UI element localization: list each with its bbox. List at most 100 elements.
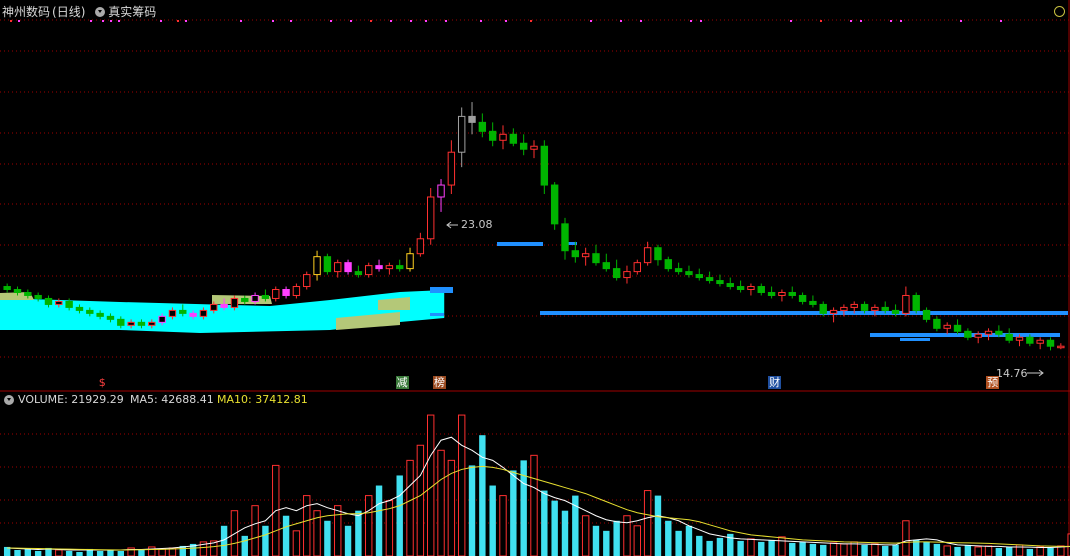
signal-dot (410, 20, 412, 22)
indicator-name[interactable]: 真实筹码 (108, 5, 156, 19)
volume-bar (406, 459, 414, 556)
volume-bar (954, 546, 961, 556)
price-grid (0, 19, 1069, 524)
candle (592, 244, 600, 266)
candle (674, 262, 683, 275)
volume-dropdown-icon[interactable] (4, 395, 14, 405)
indicator-dropdown-icon[interactable] (95, 7, 106, 17)
candle (902, 286, 910, 317)
candle-body (396, 265, 404, 270)
candle (612, 259, 621, 281)
volume-bar (303, 495, 311, 556)
volume-bar (747, 538, 755, 556)
candle-body (210, 303, 218, 311)
candle-body (974, 333, 982, 338)
candle (964, 328, 972, 341)
candle-body (44, 297, 53, 305)
volume-bar (665, 520, 672, 556)
volume-bar (1047, 547, 1054, 556)
period-label[interactable]: (日线) (52, 5, 85, 19)
candle-body (334, 262, 342, 273)
candle-body (1026, 336, 1034, 344)
volume-bar (964, 544, 972, 556)
signal-dot (18, 20, 20, 22)
volume-bar (581, 515, 590, 556)
signal-dot (425, 20, 427, 22)
signal-dot (160, 20, 162, 22)
event-marker[interactable]: 预 (986, 376, 1000, 389)
volume-bar (882, 545, 889, 556)
candle (716, 274, 724, 287)
candle (365, 262, 373, 278)
chip-bar (430, 287, 453, 293)
volume-bar (251, 505, 259, 556)
candle (685, 265, 693, 278)
volume-value: 21929.29 (71, 393, 124, 406)
candle-body (561, 223, 569, 252)
volume-bar (14, 549, 21, 556)
volume-bar (76, 551, 83, 556)
signal-dot (177, 20, 179, 22)
stock-chart (0, 0, 1070, 556)
candle-body (964, 330, 972, 338)
candle-body (674, 268, 683, 273)
candle (1005, 328, 1013, 344)
signal-dot (390, 20, 392, 22)
candle-body (922, 309, 931, 320)
candle-body (530, 145, 538, 150)
lock-icon[interactable] (1054, 6, 1065, 17)
candle (633, 259, 642, 275)
event-marker[interactable]: 榜 (432, 376, 446, 389)
candle-body (96, 312, 104, 317)
candle-body (137, 321, 146, 326)
candle (375, 259, 383, 272)
candle-body (747, 286, 755, 291)
top-signal-dots (10, 20, 1002, 22)
candle (385, 262, 394, 275)
volume-bar (365, 495, 373, 556)
volume-bar (561, 510, 569, 556)
candle-body (664, 259, 672, 270)
volume-bar (65, 550, 73, 556)
candle-body (829, 309, 838, 314)
candle (540, 140, 549, 194)
event-marker[interactable]: 财 (768, 376, 782, 389)
signal-dot (290, 20, 292, 22)
chart-header: 神州数码 (日线) 真实筹码 (2, 4, 158, 20)
candle (922, 307, 931, 323)
signal-dot (350, 20, 352, 22)
candle (602, 253, 611, 272)
candle-body (179, 309, 187, 314)
candle-body (581, 253, 590, 258)
event-marker[interactable]: 减 (395, 376, 409, 389)
volume-bar (716, 537, 724, 556)
candle (705, 271, 714, 284)
candle-body (953, 324, 962, 332)
event-marker[interactable]: $ (97, 376, 107, 389)
chip-bar (900, 338, 930, 341)
signal-dot (102, 20, 104, 22)
volume-bar (840, 543, 848, 556)
candle (654, 244, 662, 266)
stock-name[interactable]: 神州数码 (2, 5, 50, 19)
volume-bar (685, 525, 693, 556)
candle (292, 283, 301, 299)
ma10-label: MA10: (217, 393, 252, 406)
volume-bar (499, 495, 507, 556)
signal-dot (960, 20, 962, 22)
candle (468, 102, 476, 135)
candle (695, 268, 703, 281)
candle-body (251, 294, 259, 302)
candle (1046, 337, 1055, 351)
volume-bar (592, 525, 600, 556)
candle-body (65, 300, 73, 308)
volume-bar (696, 535, 703, 556)
candle (1036, 337, 1044, 350)
candle-body (840, 306, 848, 311)
candle (3, 283, 11, 293)
ma5-label: MA5: (130, 393, 158, 406)
volume-bar (158, 548, 166, 556)
candle-body (726, 283, 734, 288)
candle-body (767, 291, 776, 296)
volume-bar (633, 525, 642, 556)
